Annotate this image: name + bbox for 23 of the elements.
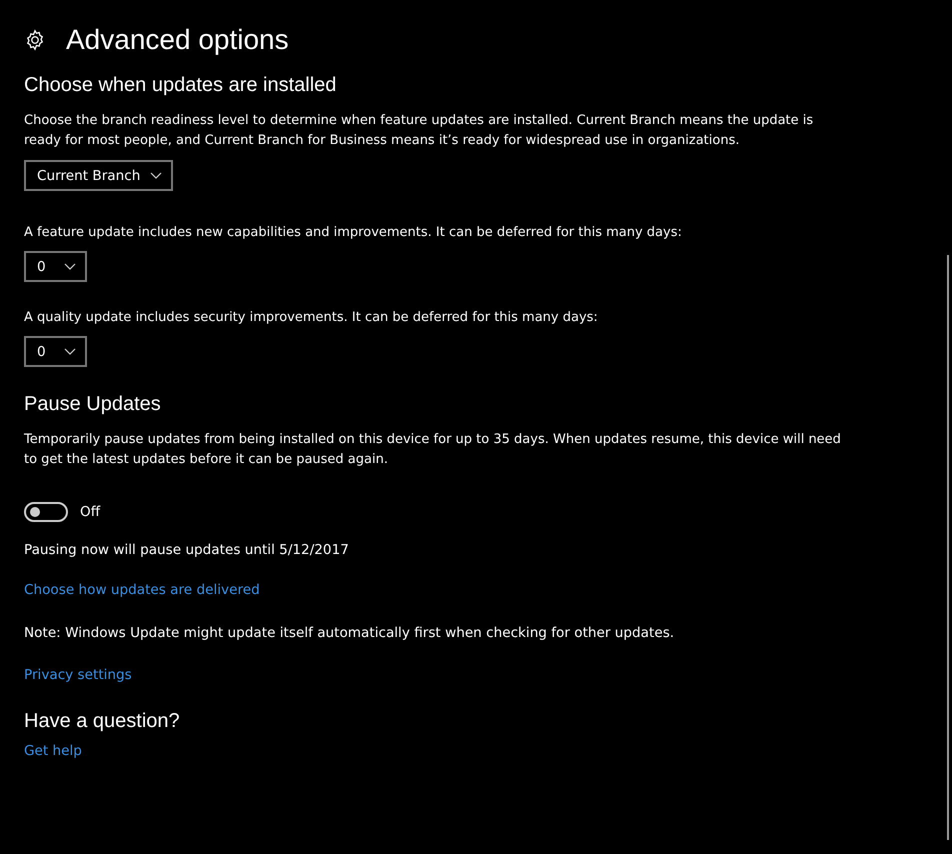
- section-heading: Choose when updates are installed: [24, 74, 336, 97]
- scrollbar[interactable]: [947, 255, 949, 840]
- note-text: Note: Windows Update might update itself automatically first when checking for other updates.: [24, 625, 674, 641]
- section-heading: Pause Updates: [24, 393, 161, 416]
- settings-link[interactable]: Choose how updates are delivered: [24, 582, 260, 598]
- settings-link[interactable]: Privacy settings: [24, 667, 132, 683]
- toggle-label: Off: [80, 504, 100, 520]
- pause-toggle[interactable]: [24, 502, 68, 522]
- page-title: Advanced options: [66, 24, 289, 56]
- help-heading: Have a question?: [24, 710, 180, 733]
- chevron-down-icon: [64, 263, 76, 270]
- chevron-down-icon: [150, 172, 162, 179]
- branch-dropdown[interactable]: Current Branch: [24, 160, 174, 191]
- settings-icon: [24, 29, 46, 51]
- days-dropdown[interactable]: 0: [24, 251, 87, 282]
- days-dropdown[interactable]: 0: [24, 336, 87, 367]
- deferral-label: A feature update includes new capabilities and improvements. It can be deferred for this many days:: [24, 224, 683, 242]
- deferral-label: A quality update includes security improvements. It can be deferred for this many days:: [24, 309, 599, 327]
- pause-status-text: Pausing now will pause updates until 5/12/2017: [24, 542, 349, 558]
- description-text: Temporarily pause updates from being installed on this device for up to 35 days. When updates resume, this device will need to get the latest updates before it can be paused again.: [24, 431, 842, 469]
- help-link[interactable]: Get help: [24, 743, 82, 759]
- description-text: Choose the branch readiness level to determine when feature updates are installed. Current Branch means the update is ready for most people, and Current Branch for Business means it’s ready for widespread use in organizations.: [24, 112, 814, 150]
- chevron-down-icon: [64, 348, 76, 355]
